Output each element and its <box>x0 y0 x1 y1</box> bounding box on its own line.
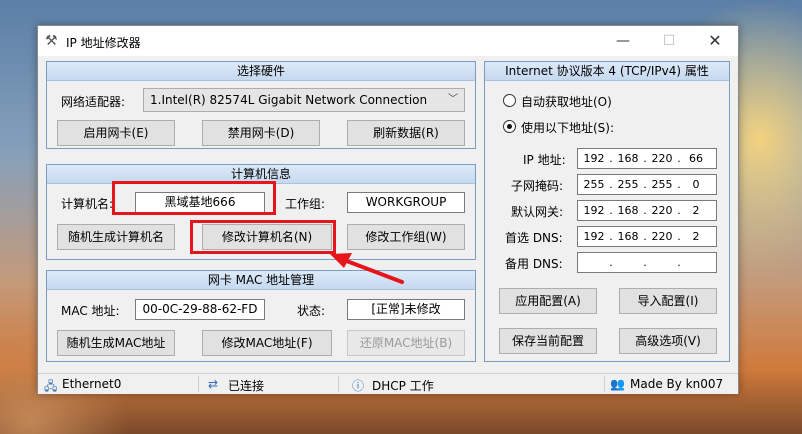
adapter-select-value: 1.Intel(R) 82574L Gigabit Network Connec… <box>150 93 428 107</box>
ipv4-panel-header: Internet 协议版本 4 (TCP/IPv4) 属性 <box>485 62 729 81</box>
plug-icon: ⇄ <box>208 377 219 391</box>
save-config-button[interactable]: 保存当前配置 <box>499 328 597 354</box>
adapter-select[interactable]: 1.Intel(R) 82574L Gigabit Network Connec… <box>143 88 465 112</box>
mac-address-input[interactable]: 00-0C-29-88-62-FD <box>135 299 265 320</box>
workgroup-input[interactable]: WORKGROUP <box>347 192 465 213</box>
ip-octet-3: 220 <box>651 152 673 165</box>
mask-octet-1: 255 <box>583 178 605 191</box>
status-adapter: Ethernet0 <box>62 377 122 391</box>
workgroup-label: 工作组: <box>285 197 326 211</box>
window-title: IP 地址修改器 <box>66 36 141 50</box>
dns1-octet-3: 220 <box>651 230 673 243</box>
restore-mac-button[interactable]: 还原MAC地址(B) <box>347 330 465 356</box>
computer-name-label: 计算机名: <box>61 197 114 211</box>
disable-adapter-button[interactable]: 禁用网卡(D) <box>202 120 320 146</box>
mac-panel-header: 网卡 MAC 地址管理 <box>47 271 475 290</box>
ip-octet-1: 192 <box>583 152 605 165</box>
random-computer-name-button[interactable]: 随机生成计算机名 <box>57 224 175 250</box>
mac-status-value: [正常]未修改 <box>347 299 465 320</box>
mask-octet-2: 255 <box>617 178 639 191</box>
mac-status-label: 状态: <box>297 304 326 318</box>
status-author: Made By kn007 <box>630 377 724 391</box>
info-icon: ⓘ <box>352 379 365 393</box>
subnet-mask-label: 子网掩码: <box>511 179 564 193</box>
apply-config-button[interactable]: 应用配置(A) <box>499 288 597 314</box>
enable-adapter-button[interactable]: 启用网卡(E) <box>57 120 175 146</box>
hardware-panel: 选择硬件 网络适配器: 1.Intel(R) 82574L Gigabit Ne… <box>46 61 476 149</box>
ip-octet-4: 66 <box>689 152 703 165</box>
dns1-octet-4: 2 <box>692 230 700 243</box>
gateway-octet-4: 2 <box>692 204 700 217</box>
advanced-options-button[interactable]: 高级选项(V) <box>619 328 717 354</box>
refresh-data-button[interactable]: 刷新数据(R) <box>347 120 465 146</box>
subnet-mask-input[interactable]: 255 . 255 . 255 . 0 <box>577 174 717 195</box>
auto-address-radio[interactable] <box>503 94 516 107</box>
manual-address-label[interactable]: 使用以下地址(S): <box>521 119 614 136</box>
preferred-dns-input[interactable]: 192 . 168 . 220 . 2 <box>577 226 717 247</box>
ip-address-label: IP 地址: <box>523 153 566 167</box>
dns1-octet-1: 192 <box>583 230 605 243</box>
random-mac-button[interactable]: 随机生成MAC地址 <box>57 330 175 356</box>
status-divider-2 <box>338 376 339 392</box>
gateway-octet-1: 192 <box>583 204 605 217</box>
gateway-octet-3: 220 <box>651 204 673 217</box>
import-config-button[interactable]: 导入配置(I) <box>619 288 717 314</box>
ipv4-panel: Internet 协议版本 4 (TCP/IPv4) 属性 自动获取地址(O) … <box>484 61 730 362</box>
ip-address-input[interactable]: 192 . 168 . 220 . 66 <box>577 148 717 169</box>
modify-workgroup-button[interactable]: 修改工作组(W) <box>347 224 465 250</box>
network-icon: 🖧 <box>44 379 58 393</box>
mac-panel: 网卡 MAC 地址管理 MAC 地址: 00-0C-29-88-62-FD 状态… <box>46 270 476 362</box>
status-bar: 🖧 Ethernet0 ⇄ 已连接 ⓘ DHCP 工作 👥 Made By kn… <box>38 373 738 394</box>
dns2-dot-2: . <box>643 256 647 269</box>
status-mode: DHCP 工作 <box>372 379 434 393</box>
dns2-dot-3: . <box>677 256 681 269</box>
ip-octet-2: 168 <box>617 152 639 165</box>
status-connection: 已连接 <box>228 379 265 393</box>
auto-address-label[interactable]: 自动获取地址(O) <box>521 93 612 110</box>
gateway-octet-2: 168 <box>617 204 639 217</box>
manual-address-radio[interactable] <box>503 120 516 133</box>
preferred-dns-label: 首选 DNS: <box>505 231 563 245</box>
mask-octet-3: 255 <box>651 178 673 191</box>
minimize-icon[interactable]: — <box>600 26 646 56</box>
adapter-label: 网络适配器: <box>61 95 126 109</box>
gateway-input[interactable]: 192 . 168 . 220 . 2 <box>577 200 717 221</box>
dns2-dot-1: . <box>609 256 613 269</box>
modify-mac-button[interactable]: 修改MAC地址(F) <box>202 330 332 356</box>
alternate-dns-input[interactable]: . . . <box>577 252 717 273</box>
chevron-down-icon: ﹀ <box>448 94 458 105</box>
status-divider-3 <box>604 376 605 392</box>
status-divider-1 <box>198 376 199 392</box>
dns1-octet-2: 168 <box>617 230 639 243</box>
title-bar: ⚒ IP 地址修改器 — ☐ ✕ <box>38 26 738 56</box>
tools-icon: ⚒ <box>45 33 58 49</box>
mask-octet-4: 0 <box>692 178 700 191</box>
gateway-label: 默认网关: <box>511 205 564 219</box>
highlight-computer-name <box>112 181 276 215</box>
close-icon[interactable]: ✕ <box>692 26 738 56</box>
highlight-modify-name-button <box>190 220 336 254</box>
users-icon: 👥 <box>610 377 625 391</box>
alternate-dns-label: 备用 DNS: <box>505 257 563 271</box>
mac-address-label: MAC 地址: <box>61 304 120 318</box>
hardware-panel-header: 选择硬件 <box>47 62 475 81</box>
maximize-icon[interactable]: ☐ <box>646 26 692 56</box>
